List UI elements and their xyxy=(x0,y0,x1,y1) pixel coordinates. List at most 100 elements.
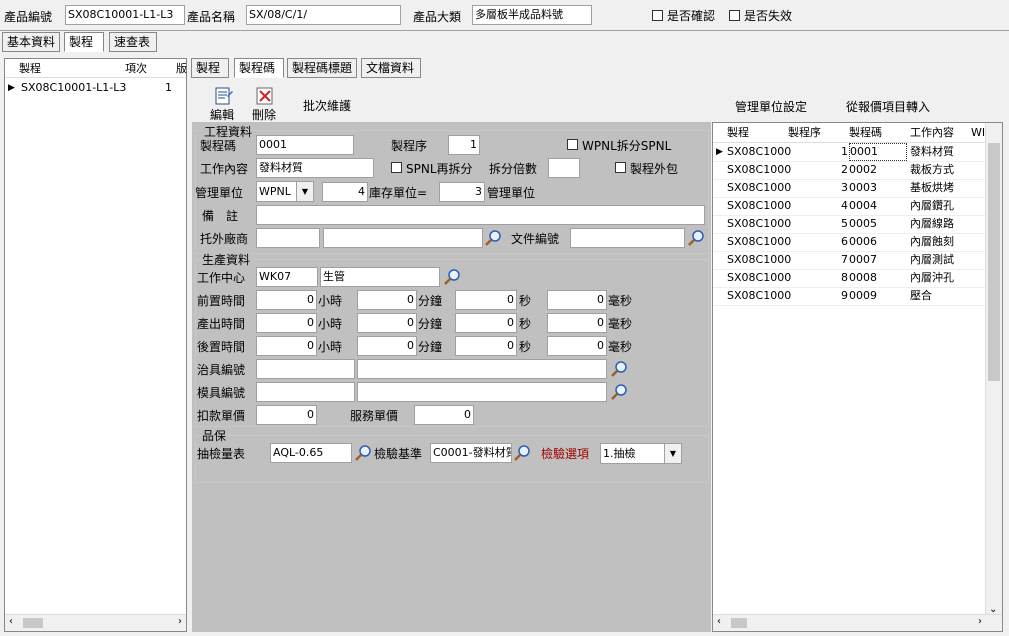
table-row[interactable]: ▶ SX08C1000 1 0001 發料材質 xyxy=(713,143,986,162)
subtab-documents[interactable]: 文檔資料 xyxy=(361,58,421,78)
col-item[interactable]: 項次 xyxy=(125,60,147,78)
mold-code-field[interactable] xyxy=(256,382,355,402)
tab-process[interactable]: 製程 xyxy=(64,32,104,52)
spnl-split-checkbox[interactable] xyxy=(391,162,402,173)
sequence-field[interactable]: 1 xyxy=(448,135,480,155)
unit-ms-label: 毫秒 xyxy=(608,294,633,308)
run-time-minutes[interactable]: 0 xyxy=(357,313,417,333)
split-multiple-field[interactable] xyxy=(548,158,580,178)
doc-search-icon[interactable] xyxy=(687,229,705,247)
edit-button[interactable]: 編輯 xyxy=(210,86,236,122)
work-center-search-icon[interactable] xyxy=(443,268,461,286)
table-row[interactable]: SX08C1000 7 0007 內層測試 xyxy=(713,251,986,270)
pre-time-seconds[interactable]: 0 xyxy=(455,290,517,310)
run-time-ms[interactable]: 0 xyxy=(547,313,607,333)
table-row[interactable]: SX08C1000 8 0008 內層沖孔 xyxy=(713,269,986,288)
mgmt-unit-setting-button[interactable]: 管理單位設定 xyxy=(735,99,807,115)
pre-time-minutes[interactable]: 0 xyxy=(357,290,417,310)
product-category-field[interactable]: 多層板半成品料號 xyxy=(472,5,592,25)
service-price-field[interactable]: 0 xyxy=(414,405,474,425)
wpnl-split-checkbox[interactable] xyxy=(567,139,578,150)
import-from-quote-button[interactable]: 從報價項目轉入 xyxy=(846,99,930,115)
scroll-right-icon[interactable]: › xyxy=(178,616,182,627)
process-code-grid[interactable]: 製程 製程序 製程碼 工作內容 WI ▶ SX08C1000 1 0001 發料材質 SX… xyxy=(712,122,1003,632)
run-time-seconds[interactable]: 0 xyxy=(455,313,517,333)
sampling-field[interactable]: AQL-0.65 xyxy=(270,443,352,463)
run-time-label: 產出時間 xyxy=(197,317,246,331)
post-time-hours[interactable]: 0 xyxy=(256,336,317,356)
list-header: 製程 項次 版 xyxy=(5,60,187,78)
unit-seconds-label: 秒 xyxy=(519,317,532,331)
deduct-price-field[interactable]: 0 xyxy=(256,405,317,425)
col-wi[interactable]: WI xyxy=(971,124,985,142)
mold-name-field[interactable] xyxy=(357,382,607,402)
col-work-content[interactable]: 工作內容 xyxy=(910,124,954,142)
post-time-seconds[interactable]: 0 xyxy=(455,336,517,356)
scroll-thumb[interactable] xyxy=(731,618,747,628)
delete-button[interactable]: 刪除 xyxy=(252,86,278,122)
subtab-process-code-title[interactable]: 製程碼標題 xyxy=(287,58,357,78)
work-center-name-field[interactable]: 生管 xyxy=(320,267,440,287)
standard-search-icon[interactable] xyxy=(513,444,531,462)
work-content-field[interactable]: 發料材質 xyxy=(256,158,374,178)
subtab-process[interactable]: 製程 xyxy=(191,58,229,78)
sampling-search-icon[interactable] xyxy=(354,444,372,462)
mgmt-qty-field[interactable]: 4 xyxy=(322,182,368,202)
outsource-process-checkbox[interactable] xyxy=(615,162,626,173)
pre-time-hours[interactable]: 0 xyxy=(256,290,317,310)
post-time-minutes[interactable]: 0 xyxy=(357,336,417,356)
table-row[interactable]: SX08C1000 2 0002 裁板方式 xyxy=(713,161,986,180)
subtab-process-code[interactable]: 製程碼 xyxy=(234,58,284,78)
jig-search-icon[interactable] xyxy=(610,360,628,378)
product-category-label: 產品大類 xyxy=(413,10,462,24)
process-code-field[interactable]: 0001 xyxy=(256,135,354,155)
vendor-name-field[interactable] xyxy=(323,228,483,248)
stock-qty-field[interactable]: 3 xyxy=(439,182,485,202)
col-process[interactable]: 製程 xyxy=(19,60,41,78)
vendor-code-field[interactable] xyxy=(256,228,320,248)
tab-quick-lookup[interactable]: 速查表 xyxy=(109,32,157,52)
list-hscrollbar[interactable]: ‹ › xyxy=(5,614,186,631)
col-process-code[interactable]: 製程碼 xyxy=(849,124,882,142)
product-name-field[interactable]: SX/08/C/1/ xyxy=(246,5,401,25)
chevron-down-icon[interactable]: ▼ xyxy=(296,182,313,201)
col-sequence[interactable]: 製程序 xyxy=(788,124,821,142)
vendor-search-icon[interactable] xyxy=(484,229,502,247)
col-process[interactable]: 製程 xyxy=(727,124,749,142)
grid-hscrollbar[interactable]: ‹ › xyxy=(713,614,1002,631)
grid-vscrollbar[interactable]: ⌄ xyxy=(985,123,1002,615)
standard-field[interactable]: C0001-發料材質 xyxy=(430,443,512,463)
tab-basic-info[interactable]: 基本資料 xyxy=(2,32,60,52)
mgmt-unit-select[interactable]: WPNL ▼ xyxy=(256,181,314,202)
cell-work-content: 壓合 xyxy=(910,289,932,302)
table-row[interactable]: SX08C1000 4 0004 內層鑽孔 xyxy=(713,197,986,216)
confirmed-checkbox[interactable] xyxy=(652,10,663,21)
scroll-thumb[interactable] xyxy=(23,618,43,628)
work-center-code-field[interactable]: WK07 xyxy=(256,267,318,287)
jig-code-field[interactable] xyxy=(256,359,355,379)
remark-field[interactable] xyxy=(256,205,705,225)
work-content-label: 工作內容 xyxy=(200,162,249,176)
scroll-thumb[interactable] xyxy=(988,143,1000,381)
scroll-right-icon[interactable]: › xyxy=(978,616,982,627)
table-row[interactable]: SX08C1000 9 0009 壓合 xyxy=(713,287,986,306)
table-row[interactable]: SX08C1000 3 0003 基板烘烤 xyxy=(713,179,986,198)
table-row[interactable]: SX08C1000 6 0006 內層蝕刻 xyxy=(713,233,986,252)
chevron-down-icon[interactable]: ▼ xyxy=(664,444,681,463)
list-item[interactable]: ▶ SX08C10001-L1-L3 1 xyxy=(5,79,186,97)
pre-time-ms[interactable]: 0 xyxy=(547,290,607,310)
jig-name-field[interactable] xyxy=(357,359,607,379)
product-no-field[interactable]: SX08C10001-L1-L3 xyxy=(65,5,185,25)
post-time-ms[interactable]: 0 xyxy=(547,336,607,356)
col-version[interactable]: 版 xyxy=(176,60,187,78)
process-list[interactable]: 製程 項次 版 ▶ SX08C10001-L1-L3 1 ‹ › xyxy=(4,58,187,632)
doc-no-field[interactable] xyxy=(570,228,685,248)
scroll-left-icon[interactable]: ‹ xyxy=(9,616,13,627)
mold-search-icon[interactable] xyxy=(610,383,628,401)
table-row[interactable]: SX08C1000 5 0005 內層線路 xyxy=(713,215,986,234)
batch-maintain-button[interactable]: 批次維護 xyxy=(303,98,351,114)
scroll-left-icon[interactable]: ‹ xyxy=(717,616,721,627)
run-time-hours[interactable]: 0 xyxy=(256,313,317,333)
inspect-option-select[interactable]: 1.抽檢 ▼ xyxy=(600,443,682,464)
invalid-checkbox[interactable] xyxy=(729,10,740,21)
